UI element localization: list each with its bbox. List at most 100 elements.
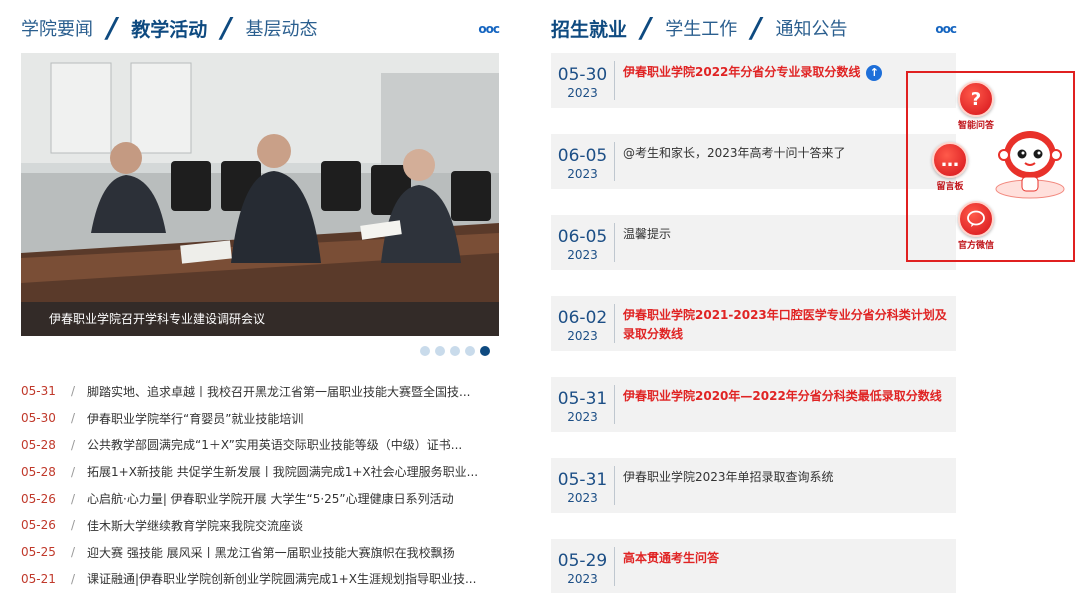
smart-qa-label: 智能问答 (958, 121, 995, 131)
news-title[interactable]: 心启航·心力量| 伊春职业学院开展 大学生“5·25”心理健康日系列活动 (87, 490, 499, 507)
slider-caption[interactable]: 伊春职业学院召开学科专业建设调研会议 (21, 302, 499, 336)
news-item[interactable]: 05-28 / 拓展1+X新技能 共促学生新发展丨我院圆满完成1+X社会心理服务职业… (21, 458, 499, 485)
notice-card[interactable]: 06-05 2023 温馨提示 (551, 215, 956, 270)
news-title[interactable]: 课证融通|伊春职业学院创新创业学院圆满完成1+X生涯规划指导职业技... (87, 570, 499, 587)
notice-title[interactable]: @考生和家长，2023年高考十问十答来了 (615, 134, 956, 189)
news-title[interactable]: 佳木斯大学继续教育学院来我院交流座谈 (87, 517, 499, 534)
notice-card[interactable]: 06-02 2023 伊春职业学院2021-2023年口腔医学专业分省分科类计划及录… (551, 296, 956, 351)
tab-college-news[interactable]: 学院要闻 (21, 15, 93, 41)
slider-dot[interactable] (435, 346, 445, 356)
question-icon: ? (958, 81, 994, 117)
meeting-photo (21, 53, 499, 336)
news-separator: / (70, 545, 76, 560)
notice-card[interactable]: 05-29 2023 高本贯通考生问答 (551, 539, 956, 593)
robot-assistant-icon[interactable] (992, 125, 1068, 201)
notice-title[interactable]: 高本贯通考生问答 (615, 539, 956, 593)
news-title[interactable]: 伊春职业学院举行“育婴员”就业技能培训 (87, 410, 499, 427)
news-slider[interactable]: 伊春职业学院召开学科专业建设调研会议 (21, 53, 499, 336)
notice-month-day: 05-30 (557, 65, 608, 85)
more-link[interactable]: ooc (935, 22, 957, 36)
notice-title-text: 伊春职业学院2022年分省分专业录取分数线 (623, 65, 861, 79)
news-separator: / (70, 518, 76, 533)
notice-month-day: 05-31 (557, 389, 608, 409)
notice-date: 05-31 2023 (551, 385, 615, 424)
right-tab-bar: 招生就业 / 学生工作 / 通知公告 ooc (551, 10, 957, 46)
tab-grassroots-news[interactable]: 基层动态 (245, 15, 317, 41)
slider-dot[interactable] (480, 346, 490, 356)
news-title[interactable]: 公共教学部圆满完成“1＋X”实用英语交际职业技能等级（中级）证书... (87, 436, 499, 453)
notice-title-text: 伊春职业学院2020年—2022年分省分科类最低录取分数线 (623, 389, 942, 403)
smart-qa-button[interactable]: ? 智能问答 (958, 81, 994, 131)
tab-admissions-employment[interactable]: 招生就业 (551, 15, 627, 42)
tab-separator: / (751, 11, 762, 44)
news-date: 05-26 (21, 518, 56, 533)
notice-year: 2023 (567, 86, 598, 100)
notice-year: 2023 (567, 329, 598, 343)
notice-year: 2023 (567, 410, 598, 424)
notice-title-text: 高本贯通考生问答 (623, 551, 720, 565)
notice-card[interactable]: 05-31 2023 伊春职业学院2023年单招录取查询系统 (551, 458, 956, 513)
news-separator: / (70, 384, 76, 399)
notice-title[interactable]: 伊春职业学院2022年分省分专业录取分数线 ↑ (615, 53, 956, 108)
notice-title[interactable]: 伊春职业学院2020年—2022年分省分科类最低录取分数线 (615, 377, 956, 432)
news-separator: / (70, 571, 76, 586)
tab-notices[interactable]: 通知公告 (775, 15, 847, 41)
news-date: 05-26 (21, 491, 56, 506)
tab-teaching-activities[interactable]: 教学活动 (131, 15, 207, 42)
tab-separator: / (221, 11, 232, 44)
news-title[interactable]: 拓展1+X新技能 共促学生新发展丨我院圆满完成1+X社会心理服务职业... (87, 463, 499, 480)
notice-year: 2023 (567, 572, 598, 586)
notice-date: 05-29 2023 (551, 547, 615, 586)
official-wechat-label: 官方微信 (958, 241, 995, 251)
news-date: 05-30 (21, 411, 56, 426)
notice-card[interactable]: 05-30 2023 伊春职业学院2022年分省分专业录取分数线 ↑ (551, 53, 956, 108)
news-item[interactable]: 05-26 / 佳木斯大学继续教育学院来我院交流座谈 (21, 512, 499, 539)
news-date: 05-28 (21, 464, 56, 479)
news-title[interactable]: 脚踏实地、追求卓越丨我校召开黑龙江省第一届职业技能大赛暨全国技... (87, 383, 499, 400)
news-title[interactable]: 迎大赛 强技能 展风采丨黑龙江省第一届职业技能大赛旗帜在我校飘扬 (87, 544, 499, 561)
notice-month-day: 06-05 (557, 146, 608, 166)
notice-date: 06-02 2023 (551, 304, 615, 343)
tab-separator: / (641, 11, 652, 44)
news-item[interactable]: 05-30 / 伊春职业学院举行“育婴员”就业技能培训 (21, 405, 499, 432)
floating-service-panel: ? 智能问答 … 留言板 官方微信 (906, 71, 1075, 262)
notice-title[interactable]: 伊春职业学院2023年单招录取查询系统 (615, 458, 956, 513)
official-wechat-button[interactable]: 官方微信 (958, 201, 994, 251)
slider-dot[interactable] (420, 346, 430, 356)
news-item[interactable]: 05-28 / 公共教学部圆满完成“1＋X”实用英语交际职业技能等级（中级）证书..… (21, 432, 499, 459)
slider-dot[interactable] (465, 346, 475, 356)
notice-card[interactable]: 05-31 2023 伊春职业学院2020年—2022年分省分科类最低录取分数线 (551, 377, 956, 432)
news-separator: / (70, 464, 76, 479)
notice-title[interactable]: 温馨提示 (615, 215, 956, 270)
news-item[interactable]: 05-26 / 心启航·心力量| 伊春职业学院开展 大学生“5·25”心理健康日系列… (21, 485, 499, 512)
message-board-button[interactable]: … 留言板 (932, 142, 968, 192)
news-item[interactable]: 05-21 / 课证融通|伊春职业学院创新创业学院圆满完成1+X生涯规划指导职业技.… (21, 566, 499, 593)
wechat-icon (958, 201, 994, 237)
notice-title[interactable]: 伊春职业学院2021-2023年口腔医学专业分省分科类计划及录取分数线 (615, 296, 956, 351)
news-separator: / (70, 491, 76, 506)
notice-month-day: 06-05 (557, 227, 608, 247)
notice-card[interactable]: 06-05 2023 @考生和家长，2023年高考十问十答来了 (551, 134, 956, 189)
chat-dots-icon: … (932, 142, 968, 178)
notice-date: 06-05 2023 (551, 223, 615, 262)
news-list: 05-31 / 脚踏实地、追求卓越丨我校召开黑龙江省第一届职业技能大赛暨全国技...… (21, 378, 499, 592)
news-separator: / (70, 437, 76, 452)
message-board-label: 留言板 (936, 182, 964, 192)
notice-month-day: 05-29 (557, 551, 608, 571)
notice-year: 2023 (567, 248, 598, 262)
notice-month-day: 05-31 (557, 470, 608, 490)
news-date: 05-28 (21, 437, 56, 452)
more-link[interactable]: ooc (478, 22, 500, 36)
left-tab-bar: 学院要闻 / 教学活动 / 基层动态 ooc (21, 10, 500, 46)
notice-title-text: 伊春职业学院2021-2023年口腔医学专业分省分科类计划及录取分数线 (623, 308, 947, 341)
notice-title-text: 伊春职业学院2023年单招录取查询系统 (623, 470, 834, 484)
notice-title-text: @考生和家长，2023年高考十问十答来了 (623, 146, 846, 160)
tab-student-affairs[interactable]: 学生工作 (665, 15, 737, 41)
tab-separator: / (107, 11, 118, 44)
news-date: 05-21 (21, 571, 56, 586)
news-item[interactable]: 05-25 / 迎大赛 强技能 展风采丨黑龙江省第一届职业技能大赛旗帜在我校飘扬 (21, 539, 499, 566)
slider-dot[interactable] (450, 346, 460, 356)
news-item[interactable]: 05-31 / 脚踏实地、追求卓越丨我校召开黑龙江省第一届职业技能大赛暨全国技... (21, 378, 499, 405)
news-date: 05-31 (21, 384, 56, 399)
notice-month-day: 06-02 (557, 308, 608, 328)
